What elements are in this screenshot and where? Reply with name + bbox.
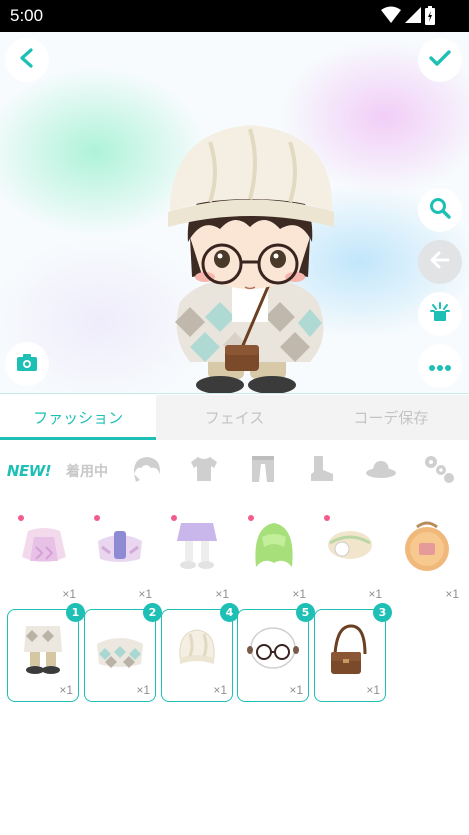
status-bar: 5:00 — [0, 0, 469, 32]
undo-button[interactable] — [418, 240, 462, 284]
item-quantity: ×1 — [445, 587, 459, 601]
tab-fashion[interactable]: ファッション — [0, 395, 157, 440]
pose-button[interactable] — [418, 292, 462, 336]
avatar-figure[interactable] — [150, 117, 350, 394]
camera-button[interactable] — [5, 342, 49, 386]
item-thumbnail — [97, 638, 143, 668]
item-thumbnail — [22, 528, 66, 562]
category-row: NEW! 着用中 — [0, 448, 469, 494]
wifi-icon — [381, 6, 401, 28]
worn-item-round-glasses[interactable]: 5 ×1 — [237, 603, 315, 702]
category-bottoms[interactable] — [240, 448, 286, 494]
item-thumbnail — [405, 521, 449, 571]
item-thumbnail — [247, 627, 299, 669]
category-new[interactable]: NEW! — [6, 448, 52, 494]
category-new-label: NEW! — [6, 462, 52, 480]
back-button[interactable] — [5, 38, 49, 82]
search-icon — [428, 196, 452, 224]
wear-order-badge: 5 — [296, 603, 315, 622]
item-thumbnail — [331, 624, 367, 674]
hair-icon — [131, 454, 163, 488]
pants-icon — [249, 454, 277, 488]
worn-item-argyle-outfit[interactable]: 1 ×1 — [7, 603, 85, 702]
category-accessories[interactable] — [416, 448, 462, 494]
item-quantity: ×1 — [213, 683, 227, 697]
item-lavender-skirt[interactable]: ×1 — [163, 515, 231, 603]
chevron-left-icon — [17, 47, 37, 73]
status-time: 5:00 — [10, 6, 44, 25]
light-icon — [428, 300, 452, 328]
category-hair[interactable] — [124, 448, 170, 494]
wear-order-badge: 1 — [66, 603, 85, 622]
more-icon — [428, 357, 452, 376]
more-button[interactable] — [418, 344, 462, 388]
item-green-hair[interactable]: ×1 — [240, 515, 308, 603]
worn-item-knit-beanie[interactable]: 4 ×1 — [161, 603, 239, 702]
item-thumbnail — [177, 523, 217, 569]
item-quantity: ×1 — [59, 683, 73, 697]
item-purple-jacket[interactable]: ×1 — [86, 515, 154, 603]
item-quantity: ×1 — [289, 683, 303, 697]
signal-icon — [404, 6, 422, 28]
item-thumbnail — [328, 531, 372, 559]
shirt-icon — [189, 455, 219, 487]
arrow-left-icon — [428, 248, 452, 276]
item-quantity: ×1 — [138, 587, 152, 601]
wear-order-badge: 2 — [143, 603, 162, 622]
item-quantity: ×1 — [62, 587, 76, 601]
item-quantity: ×1 — [292, 587, 306, 601]
item-cookie-bag[interactable]: ×1 — [393, 515, 461, 603]
stage-divider — [0, 393, 469, 394]
item-quantity: ×1 — [368, 587, 382, 601]
avatar-stage — [0, 32, 469, 394]
hat-icon — [365, 458, 397, 484]
confirm-button[interactable] — [418, 38, 462, 82]
item-thumbnail — [255, 523, 293, 567]
camera-icon — [15, 352, 39, 376]
boots-icon — [306, 454, 336, 488]
category-hats[interactable] — [358, 448, 404, 494]
tab-face[interactable]: フェイス — [156, 395, 312, 440]
item-quantity: ×1 — [136, 683, 150, 697]
category-wearing-label: 着用中 — [66, 464, 108, 480]
zoom-button[interactable] — [418, 188, 462, 232]
item-cream-beret[interactable]: ×1 — [316, 515, 384, 603]
wear-order-badge: 3 — [373, 603, 392, 622]
item-thumbnail — [24, 626, 62, 674]
accessory-icon — [423, 454, 455, 488]
tab-bar: ファッション フェイス コーデ保存 — [0, 395, 469, 440]
item-quantity: ×1 — [215, 587, 229, 601]
tab-saved-outfits[interactable]: コーデ保存 — [313, 395, 469, 440]
item-pink-dress[interactable]: ×1 — [10, 515, 78, 603]
category-wearing[interactable]: 着用中 — [64, 448, 110, 494]
battery-icon — [425, 6, 435, 29]
item-thumbnail — [179, 629, 215, 664]
app-root: 5:00 ファッション フェイス コーデ保存 NEW! 着用中 ×1 ×1 ×1… — [0, 0, 469, 835]
item-thumbnail — [98, 531, 142, 562]
category-tops[interactable] — [181, 448, 227, 494]
category-shoes[interactable] — [298, 448, 344, 494]
check-icon — [428, 48, 452, 72]
item-quantity: ×1 — [366, 683, 380, 697]
worn-item-brown-shoulder-bag[interactable]: 3 ×1 — [314, 603, 392, 702]
worn-item-argyle-cape[interactable]: 2 ×1 — [84, 603, 162, 702]
